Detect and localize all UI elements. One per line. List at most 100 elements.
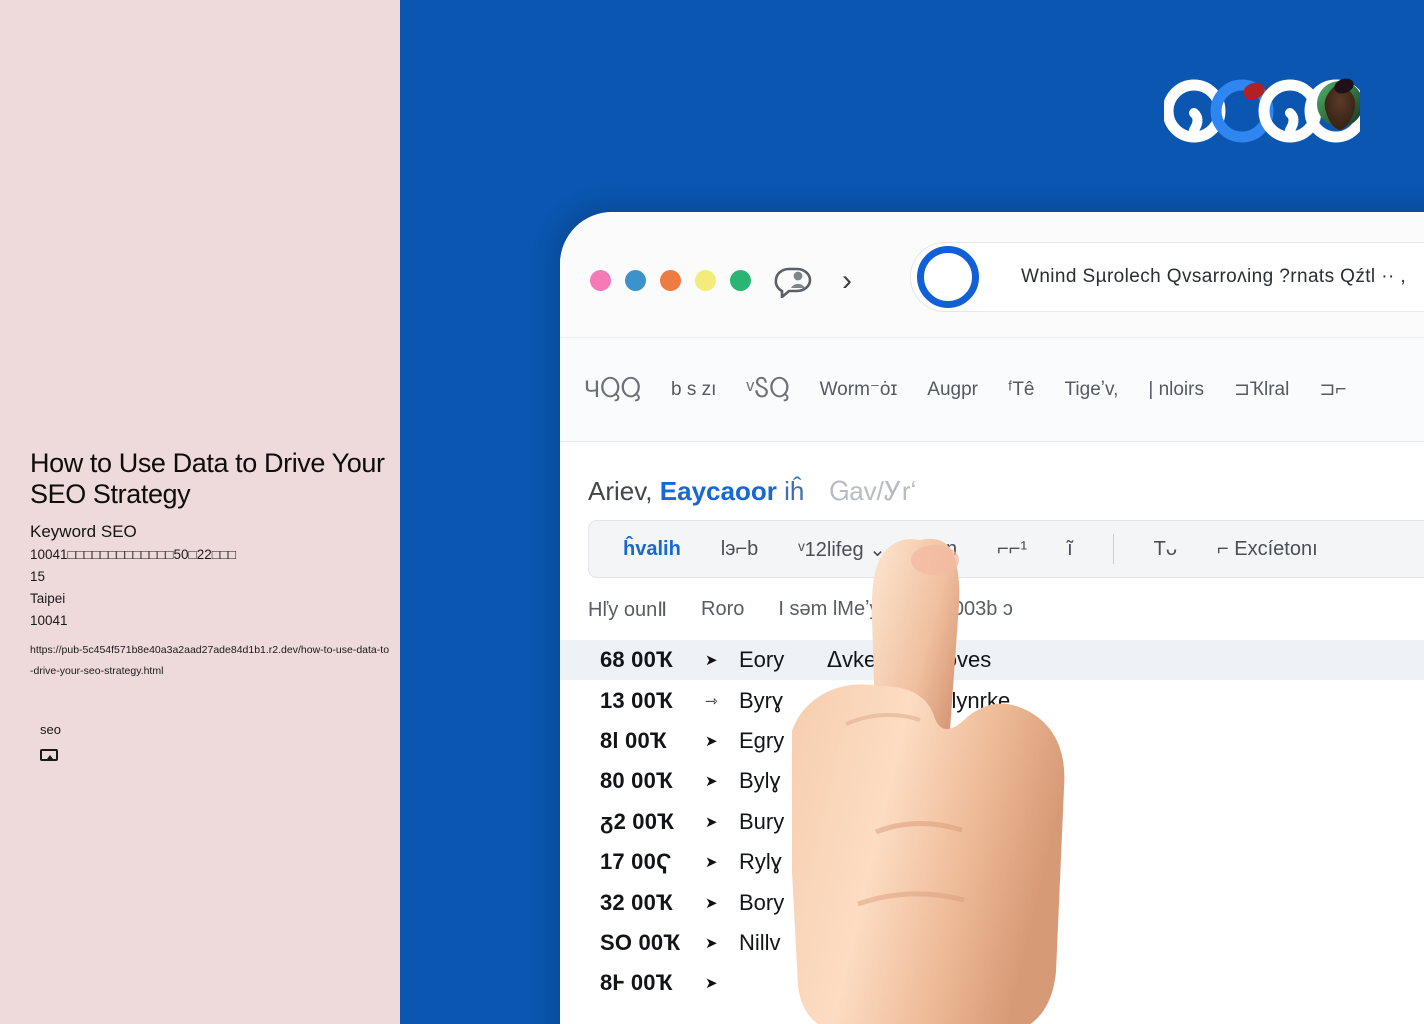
- row-keyword: Eowerave: [827, 889, 925, 915]
- keyword-tag: seo: [40, 722, 61, 737]
- table-row[interactable]: 32 00Ҡ ➤ Bory Eowerave: [600, 882, 1424, 922]
- trend-arrow-icon: ➤: [705, 732, 718, 750]
- metadata-panel: How to Use Data to Drive Your SEO Strate…: [0, 0, 400, 1024]
- filter-divider: [1112, 534, 1114, 564]
- row-keyword: Ehalfowigrosxn: [827, 808, 977, 834]
- row-volume: 8Ⱶ 00Ҡ: [600, 970, 673, 996]
- browser-window-mockup: › Wnind Sµrolech Qvsarroʌing ?rnats Qźtl…: [560, 212, 1424, 1024]
- result-info-row: Hľy ounⅡ Roro I sǝm lMeʼy iʟdyaı T003b ɔ: [588, 578, 1424, 640]
- table-row[interactable]: 13 00Ҡ ⇾ Byrɣ Clgneᚼlo ptolynrke: [600, 680, 1424, 720]
- heading-part-b: Eaycaoor: [659, 476, 777, 506]
- trend-arrow-icon: ➤: [705, 773, 718, 791]
- dot-orange[interactable]: [660, 270, 681, 291]
- toolbar-glyph-3[interactable]: ᵛႽႳ: [746, 375, 789, 404]
- trend-arrow-icon: ⇾: [705, 692, 718, 710]
- toolbar-item-5[interactable]: Augpr: [927, 379, 978, 401]
- row-volume: 17 00Ҁ: [600, 849, 673, 875]
- postal-line: 10041: [30, 613, 68, 628]
- address-bar-text: Wnind Sµrolech Qvsarroʌing ?rnats Qźtl ·…: [1021, 266, 1407, 287]
- row-keyword: Cllarsinal LJeper: [827, 727, 991, 753]
- toolbar-item-7[interactable]: Tigeʼv,: [1065, 379, 1119, 401]
- row-tag: Bury: [739, 808, 785, 834]
- row-tag: Egry: [739, 727, 785, 753]
- dot-green[interactable]: [730, 270, 751, 291]
- image-placeholder-icon: [40, 749, 58, 761]
- row-keyword: Clgneᚼlo ptolynrke: [827, 687, 1011, 713]
- row-volume: 13 00Ҡ: [600, 687, 674, 713]
- row-tag: Nillv: [739, 929, 781, 955]
- filter-tab-bar[interactable]: ĥvalih lэ⌐b ᵛ12lifeg ⌄ ljon ⌐⌐¹ ĩ Тᴗ ⌐ Excíeton…: [588, 520, 1424, 578]
- toolbar-item-4[interactable]: Worm⁻ȯɪ: [820, 378, 898, 401]
- brand-logo-circles: [1164, 78, 1360, 143]
- heading-part-d: Ꮐav/Ꭹrʻ: [829, 476, 917, 506]
- dot-yellow[interactable]: [695, 270, 716, 291]
- table-row[interactable]: SO 00Ҡ ➤ Nillv OhrepemsTurare: [600, 923, 1424, 963]
- row-tag: Bory: [739, 889, 785, 915]
- trend-arrow-icon: ➤: [705, 894, 718, 912]
- toolbar-item-8[interactable]: | nloirs: [1148, 379, 1204, 401]
- subrow-item-3: I sǝm lMeʼy iʟdyaı T003b ɔ: [778, 597, 1013, 620]
- filter-tab-7[interactable]: Тᴗ: [1154, 538, 1177, 561]
- table-row[interactable]: 68 00Ҡ ➤ Eory ᐃvkeɔ RuCroves: [560, 640, 1424, 681]
- row-keyword: Ddlywo: [827, 849, 900, 875]
- subrow-item-2: Roro: [701, 597, 745, 620]
- circle-ring-icon: [917, 246, 979, 308]
- filter-tab-2[interactable]: lэ⌐b: [721, 538, 758, 561]
- browser-titlebar: › Wnind Sµrolech Qvsarroʌing ?rnats Qźtl…: [560, 212, 1424, 338]
- speech-bubble-person-icon[interactable]: [772, 264, 812, 298]
- toolbar-item-9[interactable]: ⊐Ҡlral: [1234, 378, 1289, 401]
- row-tag: Bylɣ: [739, 768, 781, 794]
- dot-pink[interactable]: [590, 270, 611, 291]
- row-keyword: ᐃvkeɔ RuCroves: [827, 647, 992, 673]
- toolbar-item-2[interactable]: b s zı: [671, 379, 716, 401]
- trend-arrow-icon: ➤: [705, 975, 718, 993]
- chevron-right-icon[interactable]: ›: [842, 266, 852, 296]
- page-subtitle: Keyword SEO: [30, 522, 137, 541]
- filter-glyph-6[interactable]: ĩ: [1067, 538, 1073, 561]
- table-row[interactable]: 17 00Ҁ ➤ Rylɣ Ddlywo: [600, 842, 1424, 882]
- subrow-item-1: Hľy ounⅡ: [588, 598, 668, 621]
- heading-part-a: Ariev,: [588, 476, 653, 506]
- metadata-content: How to Use Data to Drive Your SEO Strate…: [30, 448, 390, 761]
- table-row[interactable]: 8Ⱶ 00Ҡ ➤: [600, 963, 1424, 1003]
- filter-dropdown[interactable]: ᵛ12lifeg ⌄: [798, 537, 886, 562]
- number-line: 15: [30, 569, 46, 584]
- table-row[interactable]: ᵹ2 00Ҡ ➤ Bury Ehalfowigrosxn: [600, 802, 1424, 842]
- row-volume: 80 00Ҡ: [600, 768, 674, 794]
- page-title: How to Use Data to Drive Your SEO Strate…: [30, 448, 385, 509]
- address-line: 10041□□□□□□□□□□□□□50□22□□□: [30, 547, 237, 562]
- toolbar-item-10[interactable]: ⊐⌐: [1319, 378, 1346, 401]
- toolbar-glyph-1[interactable]: ЧႳႳ: [584, 375, 641, 404]
- trend-arrow-icon: ➤: [705, 934, 718, 952]
- row-tag: Byrɣ: [739, 687, 784, 713]
- row-keyword: Ponwᑕ.Caurapednth: [827, 768, 1032, 794]
- filter-tab-active[interactable]: ĥvalih: [623, 538, 681, 561]
- table-row[interactable]: 80 00Ҡ ➤ Bylɣ Ponwᑕ.Caurapednth: [600, 761, 1424, 801]
- row-tag: Rylɣ: [739, 849, 782, 875]
- toolbar-item-6[interactable]: ᶠTê: [1008, 379, 1035, 401]
- row-volume: ᵹ2 00Ҡ: [600, 808, 675, 834]
- dot-blue[interactable]: [625, 270, 646, 291]
- filter-tab-8[interactable]: ⌐ Excíetonı: [1217, 538, 1318, 561]
- heading-part-c: iĥ: [784, 476, 805, 506]
- row-volume: 68 00Ҡ: [600, 647, 674, 673]
- row-tag: Eory: [739, 647, 785, 673]
- keyword-results-table: 68 00Ҡ ➤ Eory ᐃvkeɔ RuCroves 13 00Ҡ ⇾ Byrɣ Clgn…: [560, 640, 1424, 1004]
- content-heading: Ariev, Eaycaoor iĥ Ꮐav/Ꭹrʻ: [560, 442, 1424, 520]
- source-url[interactable]: https://pub-5c454f571b8e40a3a2aad27ade84…: [30, 640, 392, 682]
- trend-arrow-icon: ➤: [705, 854, 718, 872]
- table-row[interactable]: 8l 00Ҡ ➤ Egry Cllarsinal LJeper: [600, 721, 1424, 761]
- row-volume: SO 00Ҡ: [600, 929, 681, 955]
- navigation-controls[interactable]: ›: [772, 264, 852, 298]
- filter-glyph-5[interactable]: ⌐⌐¹: [997, 538, 1027, 561]
- trend-arrow-icon: ➤: [705, 813, 718, 831]
- row-volume: 8l 00Ҡ: [600, 727, 667, 753]
- blue-stage: › Wnind Sµrolech Qvsarroʌing ?rnats Qźtl…: [400, 0, 1424, 1024]
- window-controls[interactable]: [590, 270, 751, 291]
- trend-arrow-icon: ➤: [705, 652, 718, 670]
- filter-tab-4[interactable]: ljon: [926, 538, 957, 561]
- row-keyword: OhrepemsTurare: [827, 929, 994, 955]
- address-bar[interactable]: Wnind Sµrolech Qvsarroʌing ?rnats Qźtl ·…: [910, 242, 1424, 312]
- row-volume: 32 00Ҡ: [600, 889, 674, 915]
- browser-toolbar[interactable]: ЧႳႳ b s zı ᵛႽႳ Worm⁻ȯɪ Augpr ᶠTê Tigeʼv, | nloi…: [560, 338, 1424, 442]
